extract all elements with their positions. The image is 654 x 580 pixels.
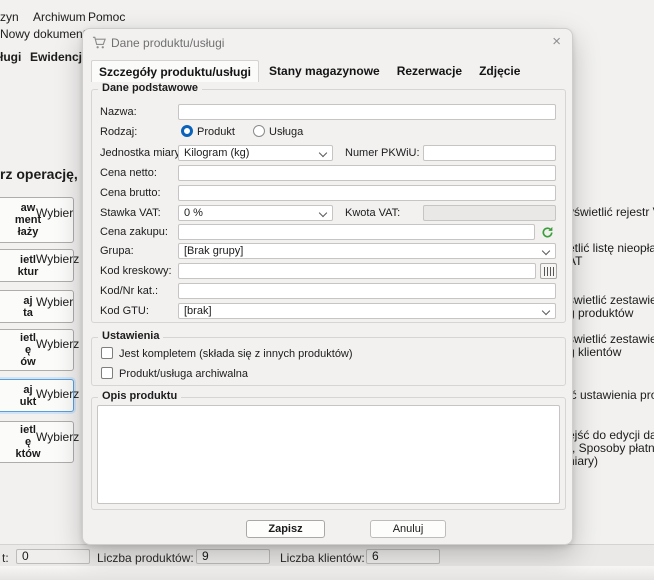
bg-tab-uslugi[interactable]: ługi [0,50,21,64]
status-label-produkty: Liczba produktów: [97,551,194,565]
cena-brutto-input[interactable] [178,185,556,201]
save-button[interactable]: Zapisz [246,520,325,538]
action-hint: Wybierz t [36,387,86,401]
bg-description: ejść do edycji dany (, Sposoby płatnoś n… [568,428,654,468]
tab-stany[interactable]: Stany magazynowe [262,60,387,82]
checkbox-archiwalna-label: Produkt/usługa archiwalna [119,368,249,380]
cancel-button[interactable]: Anuluj [370,520,446,538]
numer-pkwiu-label: Numer PKWiU: [345,147,420,159]
radio-produkt[interactable] [181,125,193,137]
kod-kreskowy-input[interactable] [178,263,536,279]
action-hint: Wybier [36,206,74,220]
menu-item-magazyn[interactable]: zyn [0,10,19,24]
cena-netto-label: Cena netto: [100,167,157,179]
checkbox-archiwalna[interactable] [101,367,113,379]
stawka-vat-label: Stawka VAT: [100,207,161,219]
action-hint: Wybierz [36,430,80,444]
rodzaj-label: Rodzaj: [100,126,138,138]
grupa-label: Grupa: [100,245,134,257]
refresh-icon[interactable] [539,224,555,240]
action-button-wystaw-dokument[interactable]: aw ment łaży [0,197,74,243]
grupa-select[interactable]: [Brak grupy] [178,243,556,259]
numer-pkwiu-input[interactable] [423,145,556,161]
menu-item-archiwum[interactable]: Archiwum [33,10,86,24]
radio-usluga-label: Usługa [269,126,304,138]
tab-zdjecie[interactable]: Zdjęcie [472,60,527,82]
bg-description: świetlić zestawieni g klientów [568,332,654,359]
menu-item-pomoc[interactable]: Pomoc [88,10,125,24]
kod-nr-kat-input[interactable] [178,283,556,299]
tab-rezerwacje[interactable]: Rezerwacje [390,60,469,82]
dialog-tabs: Szczegóły produktu/usługi Stany magazyno… [91,60,527,82]
close-icon[interactable]: × [552,33,561,50]
checkbox-jest-kompletem-label: Jest kompletem (składa się z innych prod… [119,348,353,360]
screen: zyn Archiwum Pomoc Nowy dokument m ługi … [0,0,654,580]
bg-description: etlić listę nieopłaco AT [568,241,654,268]
action-hint: Wybierz [36,337,80,351]
group-title: Dane podstawowe [98,82,202,94]
cena-brutto-label: Cena brutto: [100,187,161,199]
nazwa-label: Nazwa: [100,106,137,118]
kod-kreskowy-label: Kod kreskowy: [100,265,172,277]
dialog-title: Dane produktu/usługi [111,36,225,50]
opis-produktu-textarea[interactable] [97,405,560,504]
status-value-klienci: 6 [366,549,440,564]
group-title: Ustawienia [98,330,164,342]
kwota-vat-label: Kwota VAT: [345,207,401,219]
status-label-klienci: Liczba klientów: [280,551,365,565]
status-value-dokumenty: 0 [16,549,90,564]
action-hint: Wybierz [36,252,80,266]
chevron-down-icon [318,208,328,218]
barcode-icon[interactable] [540,263,557,279]
stawka-vat-select[interactable]: 0 % [178,205,333,221]
bg-heading: rz operację, k [0,166,90,182]
bg-description: yświetlić rejestr VA [568,205,654,219]
chevron-down-icon [318,148,328,158]
status-bar: t: 0 Liczba produktów: 9 Liczba klientów… [0,544,654,566]
status-label-dokumenty: t: [2,551,9,565]
kod-gtu-label: Kod GTU: [100,305,149,317]
kwota-vat-input [423,205,556,221]
radio-produkt-label: Produkt [197,126,235,138]
group-title: Opis produktu [98,390,182,402]
jednostka-miary-select[interactable]: Kilogram (kg) [178,145,333,161]
chevron-down-icon [541,306,551,316]
tab-szczegoly[interactable]: Szczegóły produktu/usługi [91,60,260,82]
bg-description: ić ustawienia prog [568,388,654,402]
action-hint: Wybier [36,295,74,309]
nazwa-input[interactable] [178,104,556,120]
cena-zakupu-input[interactable] [178,224,535,240]
cart-icon [92,35,107,53]
checkbox-jest-kompletem[interactable] [101,347,113,359]
kod-nr-kat-label: Kod/Nr kat.: [100,285,159,297]
kod-gtu-select[interactable]: [brak] [178,303,556,319]
cena-zakupu-label: Cena zakupu: [100,226,168,238]
bg-description: świetlić zestawieni g produktów [568,293,654,320]
status-value-produkty: 9 [196,549,270,564]
radio-usluga[interactable] [253,125,265,137]
window-bottom-edge [0,566,654,580]
cena-netto-input[interactable] [178,165,556,181]
product-dialog: Dane produktu/usługi × Szczegóły produkt… [82,28,573,545]
jednostka-miary-label: Jednostka miary: [100,147,184,159]
chevron-down-icon [541,246,551,256]
